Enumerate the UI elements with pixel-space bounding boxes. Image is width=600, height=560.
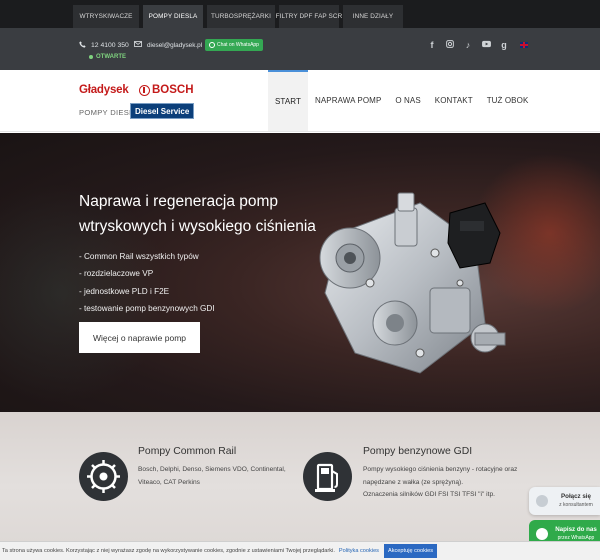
call-consultant-sub: z konsultantem — [559, 502, 593, 508]
hero-banner: Naprawa i regeneracja pomp wtryskowych i… — [0, 133, 600, 412]
more-about-pump-repair-button[interactable]: Więcej o naprawie pomp — [79, 322, 200, 353]
services-section: Pompy Common Rail Bosch, Delphi, Denso, … — [0, 412, 600, 560]
service-text-gdi: Pompy wysokiego ciśnienia benzyny - rota… — [363, 464, 533, 502]
instagram-icon[interactable] — [446, 40, 454, 50]
injection-pump-icon — [79, 452, 128, 501]
tab-inne-dzialy[interactable]: INNE DZIAŁY — [343, 5, 403, 28]
hero-bullet: - Common Rail wszystkich typów — [79, 252, 199, 261]
open-status: OTWARTE — [89, 54, 126, 60]
main-nav: START NAPRAWA POMP O NAS KONTAKT TUŻ OBO… — [268, 70, 535, 131]
whatsapp-message-title: Napisz do nas — [555, 526, 597, 533]
open-status-label: OTWARTE — [96, 54, 126, 60]
whatsapp-chat-button[interactable]: Chat on WhatsApp — [205, 39, 263, 51]
nav-naprawa-pomp[interactable]: NAPRAWA POMP — [308, 70, 388, 131]
high-pressure-pump-image — [319, 192, 506, 374]
youtube-icon[interactable] — [482, 40, 491, 50]
cookie-message: Ta strona używa cookies. Korzystając z n… — [2, 548, 335, 554]
cookie-consent-bar: Ta strona używa cookies. Korzystając z n… — [0, 541, 600, 560]
tiktok-icon[interactable]: ♪ — [464, 40, 472, 50]
tab-turbosprezarki[interactable]: TURBOSPRĘŻARKI — [207, 5, 275, 28]
service-title-gdi: Pompy benzynowe GDI — [363, 446, 473, 457]
bosch-wordmark: BOSCH — [152, 84, 194, 96]
hero-heading: Naprawa i regeneracja pomp wtryskowych i… — [79, 193, 316, 235]
category-tabs: WTRYSKIWACZE POMPY DIESLA TURBOSPRĘŻARKI… — [73, 5, 403, 28]
nav-start[interactable]: START — [268, 70, 308, 131]
call-consultant-button[interactable]: Połącz się z konsultantem — [529, 487, 600, 515]
nav-tuz-obok[interactable]: TUŻ OBOK — [480, 70, 536, 131]
service-text-line: Oznaczenia silników GDI FSI TSI TFSI "i"… — [363, 491, 495, 498]
category-tabs-bar: WTRYSKIWACZE POMPY DIESLA TURBOSPRĘŻARKI… — [0, 0, 600, 28]
service-text-common-rail: Bosch, Delphi, Denso, Siemens VDO, Conti… — [138, 464, 298, 489]
tab-wtryskiwacze[interactable]: WTRYSKIWACZE — [73, 5, 139, 28]
service-text-line: Bosch, Delphi, Denso, Siemens VDO, Conti… — [138, 466, 286, 473]
facebook-icon[interactable]: f — [428, 40, 436, 50]
call-consultant-title: Połącz się — [561, 493, 591, 500]
hero-bullet: - jednostkowe PLD i F2E — [79, 286, 170, 296]
logo-gladysek[interactable]: Gładysek — [79, 84, 129, 96]
cookie-policy-link[interactable]: Polityka cookies — [339, 548, 379, 554]
hero-bullet: - rozdzielaczowe VP — [79, 269, 154, 279]
phone-icon — [79, 41, 86, 50]
service-text-line: Viteaco, CAT Perkins — [138, 478, 200, 486]
headset-icon — [536, 495, 548, 507]
tab-filtry-dpf[interactable]: FILTRY DPF FAP SCR — [276, 5, 342, 28]
diesel-service-badge: Diesel Service — [130, 103, 195, 119]
service-title-common-rail: Pompy Common Rail — [138, 446, 237, 457]
whatsapp-icon — [209, 42, 215, 48]
email-address: diesel@gladysek.pl — [147, 41, 203, 49]
accept-cookies-button[interactable]: Akceptuję cookies — [383, 544, 438, 558]
social-links: f ♪ g — [428, 40, 528, 50]
site-header: Gładysek BOSCH POMPY DIESLA Diesel Servi… — [0, 70, 600, 132]
logo-bosch[interactable]: BOSCH — [139, 84, 194, 96]
tab-pompy-diesla[interactable]: POMPY DIESLA — [143, 5, 203, 28]
phone-number: 12 4100 350 — [91, 42, 129, 49]
email-link[interactable]: diesel@gladysek.pl — [134, 41, 202, 49]
whatsapp-icon — [536, 528, 548, 540]
hero-bullet-list: - Common Rail wszystkich typów - rozdzie… — [79, 248, 215, 317]
uk-flag-icon[interactable] — [520, 42, 528, 48]
phone-link[interactable]: 12 4100 350 — [79, 41, 129, 50]
bosch-ring-icon — [139, 84, 150, 96]
service-text-line: napędzane z wałka (ze sprężyną). — [363, 478, 464, 486]
nav-o-nas[interactable]: O NAS — [388, 70, 427, 131]
google-icon[interactable]: g — [500, 40, 508, 50]
whatsapp-label: Chat on WhatsApp — [217, 42, 259, 48]
service-text-line: Pompy wysokiego ciśnienia benzyny - rota… — [363, 466, 518, 473]
status-dot-icon — [89, 55, 93, 59]
gasoline-pump-icon — [303, 452, 352, 501]
contact-info-bar: 12 4100 350 OTWARTE diesel@gladysek.pl C… — [0, 28, 600, 70]
nav-kontakt[interactable]: KONTAKT — [428, 70, 480, 131]
hero-bullet: - testowanie pomp benzynowych GDI — [79, 303, 215, 313]
envelope-icon — [134, 41, 142, 49]
